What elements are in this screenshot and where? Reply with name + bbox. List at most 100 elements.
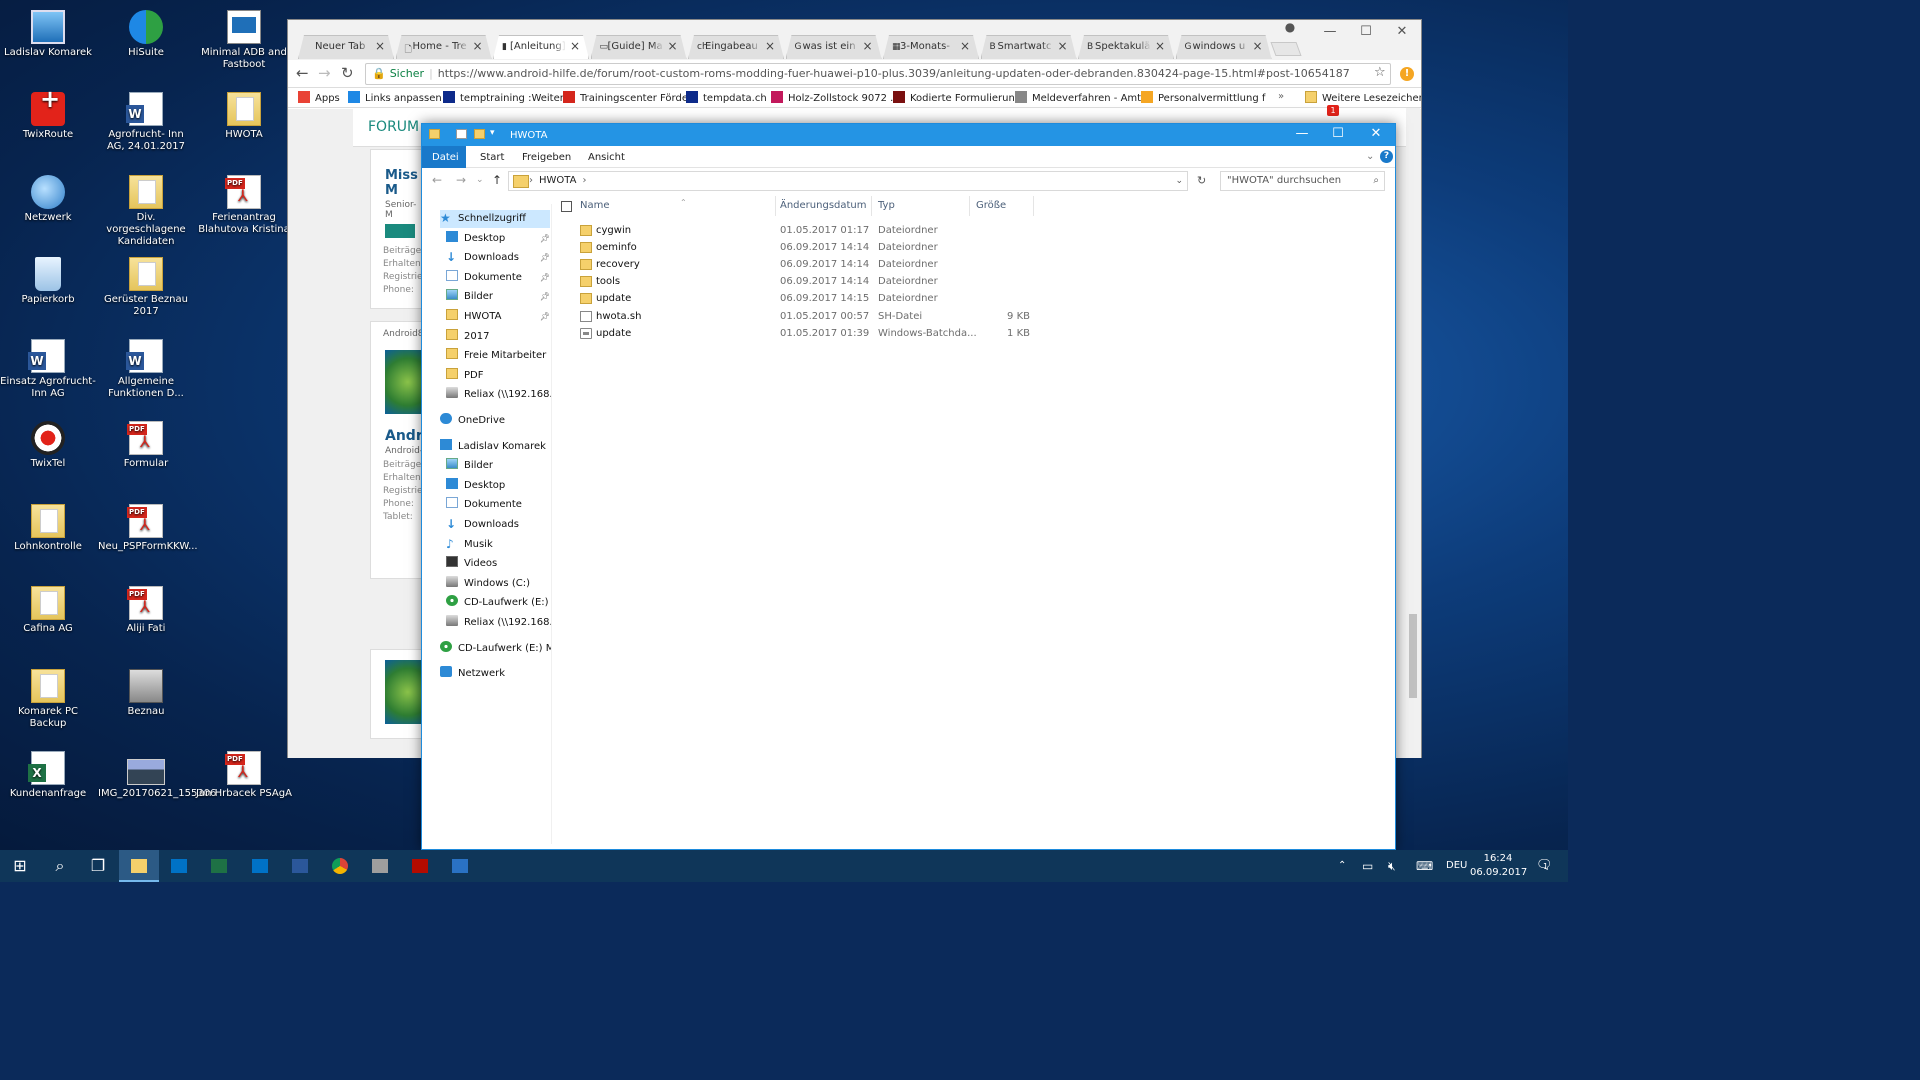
column-date[interactable]: Änderungsdatum bbox=[774, 196, 872, 216]
desktop-icon[interactable]: Div. vorgeschlagene Kandidaten bbox=[98, 171, 194, 251]
nav-item[interactable]: Bilder 📌︎ bbox=[446, 288, 550, 306]
taskbar-acrobat[interactable] bbox=[400, 850, 440, 882]
tab-close-icon[interactable]: × bbox=[667, 39, 677, 53]
more-bookmarks-chevron-icon[interactable]: » bbox=[1278, 91, 1284, 102]
ribbon-tab-ansicht[interactable]: Ansicht bbox=[578, 146, 635, 168]
desktop-icon[interactable]: Netzwerk bbox=[0, 171, 96, 251]
pin-icon[interactable]: 📌︎ bbox=[540, 288, 550, 306]
properties-icon[interactable] bbox=[456, 129, 467, 139]
url-bar[interactable]: 🔒 Sicher | https://www.android-hilfe.de/for… bbox=[365, 63, 1391, 85]
taskbar-word[interactable] bbox=[280, 850, 320, 882]
nav-item[interactable]: Bilder bbox=[446, 457, 550, 475]
pin-icon[interactable]: 📌︎ bbox=[540, 230, 550, 248]
desktop-icon[interactable]: HWOTA bbox=[196, 88, 292, 168]
column-type[interactable]: Typ bbox=[872, 196, 970, 216]
bookmark-star-icon[interactable]: ☆ bbox=[1374, 65, 1386, 80]
taskbar-app-1[interactable] bbox=[159, 850, 199, 882]
taskbar-explorer[interactable] bbox=[119, 850, 159, 882]
nav-item[interactable]: Netzwerk bbox=[440, 665, 550, 683]
desktop-icon[interactable]: TwixRoute bbox=[0, 88, 96, 168]
taskbar-outlook[interactable] bbox=[240, 850, 280, 882]
ribbon-tab-start[interactable]: Start bbox=[470, 146, 514, 168]
back-icon[interactable]: ← bbox=[432, 173, 442, 187]
chrome-tab[interactable]: ▦ 3-Monats- × bbox=[883, 35, 979, 59]
bookmark-item[interactable]: Holz-Zollstock 9072 ... bbox=[771, 91, 900, 104]
nav-item[interactable]: 2017 bbox=[446, 328, 550, 346]
nav-item[interactable]: PDF bbox=[446, 367, 550, 385]
nav-item[interactable]: ↓ Downloads 📌︎ bbox=[446, 249, 550, 267]
volume-muted-icon[interactable]: 🔇︎ bbox=[1388, 850, 1396, 882]
ribbon-tab-datei[interactable]: Datei bbox=[422, 146, 466, 168]
maximize-button[interactable]: ☐ bbox=[1320, 126, 1356, 141]
chrome-tab[interactable]: Gwas ist ein × bbox=[786, 35, 882, 59]
nav-item[interactable]: Reliax (\\192.168.1.3 bbox=[446, 614, 551, 632]
bookmark-item[interactable]: Links anpassen bbox=[348, 91, 442, 104]
pin-icon[interactable]: 📌︎ bbox=[540, 308, 550, 326]
new-tab-button[interactable] bbox=[1270, 42, 1302, 56]
nav-item[interactable]: ↓ Downloads bbox=[446, 516, 550, 534]
bookmark-item[interactable]: Meldeverfahren - Amt bbox=[1015, 91, 1141, 104]
chrome-tab[interactable]: 🗋 Home - Tre × bbox=[396, 35, 492, 59]
nav-item[interactable]: ★ Schnellzugriff bbox=[440, 210, 550, 228]
chrome-tab[interactable]: B Spektakulä × bbox=[1078, 35, 1174, 59]
tab-close-icon[interactable]: × bbox=[472, 39, 482, 53]
forward-icon[interactable]: → bbox=[456, 173, 466, 187]
nav-item[interactable]: Dokumente bbox=[446, 496, 550, 514]
nav-item[interactable]: ♪ Musik bbox=[446, 536, 550, 554]
pin-icon[interactable]: 📌︎ bbox=[540, 249, 550, 267]
show-hidden-icons-icon[interactable]: ⌃ bbox=[1338, 850, 1346, 882]
desktop-icon[interactable]: Jan Hrbacek PSAgA bbox=[196, 747, 292, 827]
input-language[interactable]: DEU bbox=[1446, 850, 1467, 882]
nav-item[interactable]: HWOTA 📌︎ bbox=[446, 308, 550, 326]
network-icon[interactable]: ▭ bbox=[1362, 850, 1373, 882]
desktop-icon[interactable]: Papierkorb bbox=[0, 253, 96, 333]
help-icon[interactable]: ? bbox=[1380, 150, 1393, 163]
nav-item[interactable]: Freie Mitarbeiter bbox=[446, 347, 550, 365]
forward-icon[interactable]: → bbox=[318, 64, 331, 82]
file-row[interactable]: tools 06.09.2017 14:14 Dateiordner bbox=[560, 273, 1030, 290]
address-path[interactable]: › HWOTA › ⌄ bbox=[508, 171, 1188, 191]
search-input[interactable]: "HWOTA" durchsuchen ⌕ bbox=[1220, 171, 1385, 191]
desktop-icon[interactable]: TwixTel bbox=[0, 417, 96, 497]
minimize-button[interactable]: — bbox=[1284, 126, 1320, 141]
action-center-icon[interactable]: 🗨︎ 1 bbox=[1536, 850, 1553, 882]
file-row[interactable]: oeminfo 06.09.2017 14:14 Dateiordner bbox=[560, 239, 1030, 256]
tab-close-icon[interactable]: × bbox=[765, 39, 775, 53]
desktop-icon[interactable]: HiSuite bbox=[98, 6, 194, 86]
select-all-checkbox[interactable] bbox=[561, 201, 572, 212]
bookmark-item[interactable]: Personalvermittlung f bbox=[1141, 91, 1265, 104]
nav-item[interactable]: Windows (C:) bbox=[446, 575, 550, 593]
desktop-icon[interactable]: Cafina AG bbox=[0, 582, 96, 662]
taskbar-app-2[interactable] bbox=[360, 850, 400, 882]
tab-close-icon[interactable]: × bbox=[1057, 39, 1067, 53]
file-row[interactable]: cygwin 01.05.2017 01:17 Dateiordner bbox=[560, 222, 1030, 239]
close-button[interactable]: ✕ bbox=[1392, 24, 1412, 39]
nav-item[interactable]: Dokumente 📌︎ bbox=[446, 269, 550, 287]
desktop-icon[interactable]: Komarek PC Backup bbox=[0, 665, 96, 745]
scrollbar-thumb[interactable] bbox=[1409, 614, 1417, 698]
nav-item[interactable]: CD-Laufwerk (E:) My bbox=[440, 640, 551, 658]
ribbon-tab-freigeben[interactable]: Freigeben bbox=[512, 146, 581, 168]
chrome-tab[interactable]: ▮ [Anleitung] × bbox=[493, 35, 589, 59]
desktop-icon[interactable]: Agrofrucht- Inn AG, 24.01.2017 bbox=[98, 88, 194, 168]
author-avatar[interactable] bbox=[385, 350, 423, 414]
column-name[interactable]: Name ⌃ bbox=[574, 196, 776, 216]
chrome-tab[interactable]: ▭ [Guide] Ma × bbox=[591, 35, 687, 59]
nav-item[interactable]: Ladislav Komarek bbox=[440, 438, 550, 456]
tab-close-icon[interactable]: × bbox=[375, 39, 385, 53]
nav-item[interactable]: Videos bbox=[446, 555, 550, 573]
task-view-button[interactable]: ❐ bbox=[78, 850, 118, 882]
nav-item[interactable]: OneDrive bbox=[440, 412, 550, 430]
desktop-icon[interactable]: Allgemeine Funktionen D... bbox=[98, 335, 194, 415]
refresh-icon[interactable]: ↻ bbox=[1197, 174, 1206, 187]
clock[interactable]: 16:24 06.09.2017 bbox=[1470, 852, 1527, 880]
customize-quick-access-icon[interactable]: ▾ bbox=[490, 128, 495, 138]
tab-close-icon[interactable]: × bbox=[1252, 39, 1262, 53]
notification-badge[interactable]: 1 bbox=[1327, 105, 1339, 116]
new-folder-icon[interactable] bbox=[474, 129, 485, 139]
chrome-tab[interactable]: ch Eingabeau × bbox=[688, 35, 784, 59]
tab-close-icon[interactable]: × bbox=[960, 39, 970, 53]
file-row[interactable]: recovery 06.09.2017 14:14 Dateiordner bbox=[560, 256, 1030, 273]
expand-ribbon-icon[interactable]: ⌄ bbox=[1366, 151, 1374, 162]
chrome-tab[interactable]: Gwindows u × bbox=[1176, 35, 1272, 59]
